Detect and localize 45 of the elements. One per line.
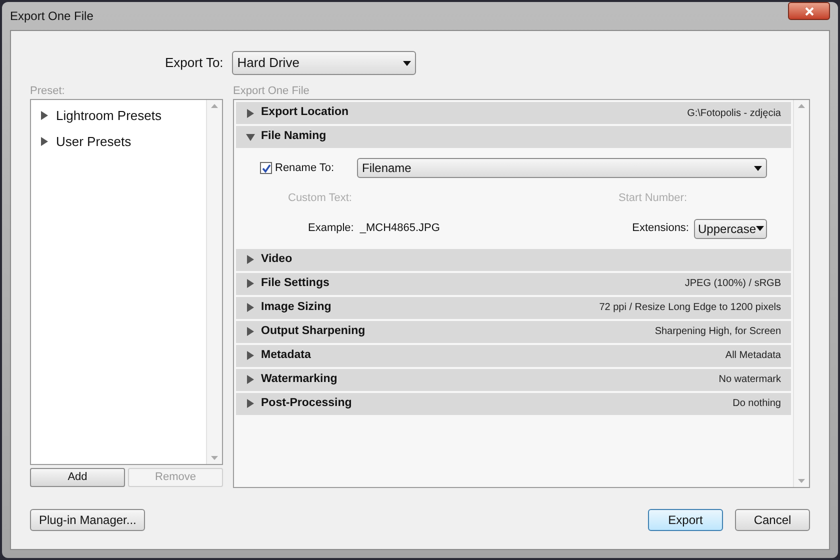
extensions-dropdown[interactable]: Uppercase	[694, 218, 767, 238]
preset-folder[interactable]: Lightroom Presets	[56, 106, 162, 126]
preset-label: Preset:	[30, 84, 66, 99]
section-header[interactable]: Export Location G:\Fotopolis - zdjęcia	[236, 102, 791, 124]
collapsed-triangle-icon[interactable]	[246, 351, 255, 360]
export-button[interactable]: Export	[648, 509, 723, 531]
collapsed-triangle-icon[interactable]	[246, 375, 255, 384]
example-label: Example:	[308, 221, 354, 236]
section-header[interactable]: Metadata All Metadata	[236, 344, 791, 366]
section-header[interactable]: Image Sizing 72 ppi / Resize Long Edge to 1200 pixels	[236, 296, 791, 318]
caret-icon	[754, 166, 762, 170]
window-title: Export One File	[10, 8, 94, 25]
collapsed-triangle-icon[interactable]	[246, 303, 255, 312]
collapsed-triangle-icon[interactable]	[246, 279, 255, 288]
export-to-dropdown[interactable]: Hard Drive	[232, 51, 416, 75]
panel-label: Export One File	[233, 84, 310, 99]
section-header[interactable]: File Naming	[236, 126, 791, 148]
start-number-label: Start Number:	[618, 191, 687, 206]
rename-checkbox[interactable]	[260, 162, 272, 174]
collapsed-triangle-icon[interactable]	[246, 255, 255, 264]
plugin-manager-button[interactable]: Plug-in Manager...	[30, 509, 146, 531]
collapsed-triangle-icon[interactable]	[246, 399, 255, 408]
rename-dropdown[interactable]: Filename	[357, 158, 767, 178]
preset-folder[interactable]: User Presets	[56, 132, 132, 151]
section-header[interactable]: Post-Processing Do nothing	[236, 392, 791, 414]
close-icon	[804, 6, 814, 16]
example-filename: _MCH4865.JPG	[360, 221, 440, 236]
caret-icon	[756, 226, 764, 231]
extensions-label: Extensions:	[632, 221, 689, 236]
section-header[interactable]: Output Sharpening Sharpening High, for Screen	[236, 320, 791, 342]
section-header[interactable]: Video	[236, 248, 791, 270]
section-header[interactable]: File Settings JPEG (100%) / sRGB	[236, 272, 791, 294]
collapsed-triangle-icon[interactable]	[246, 327, 255, 336]
section-header[interactable]: Watermarking No watermark	[236, 368, 791, 390]
collapsed-triangle-icon[interactable]	[40, 136, 49, 146]
rename-label: Rename To:	[275, 160, 336, 176]
custom-text-label: Custom Text:	[288, 191, 352, 206]
expanded-triangle-icon[interactable]	[246, 132, 255, 142]
export-to-label: Export To:	[165, 54, 224, 72]
add-button[interactable]: Add	[30, 468, 125, 487]
collapsed-triangle-icon[interactable]	[246, 108, 255, 118]
collapsed-triangle-icon[interactable]	[40, 111, 49, 120]
caret-icon	[403, 60, 412, 66]
cancel-button[interactable]: Cancel	[735, 509, 810, 531]
close-button[interactable]	[788, 2, 830, 20]
